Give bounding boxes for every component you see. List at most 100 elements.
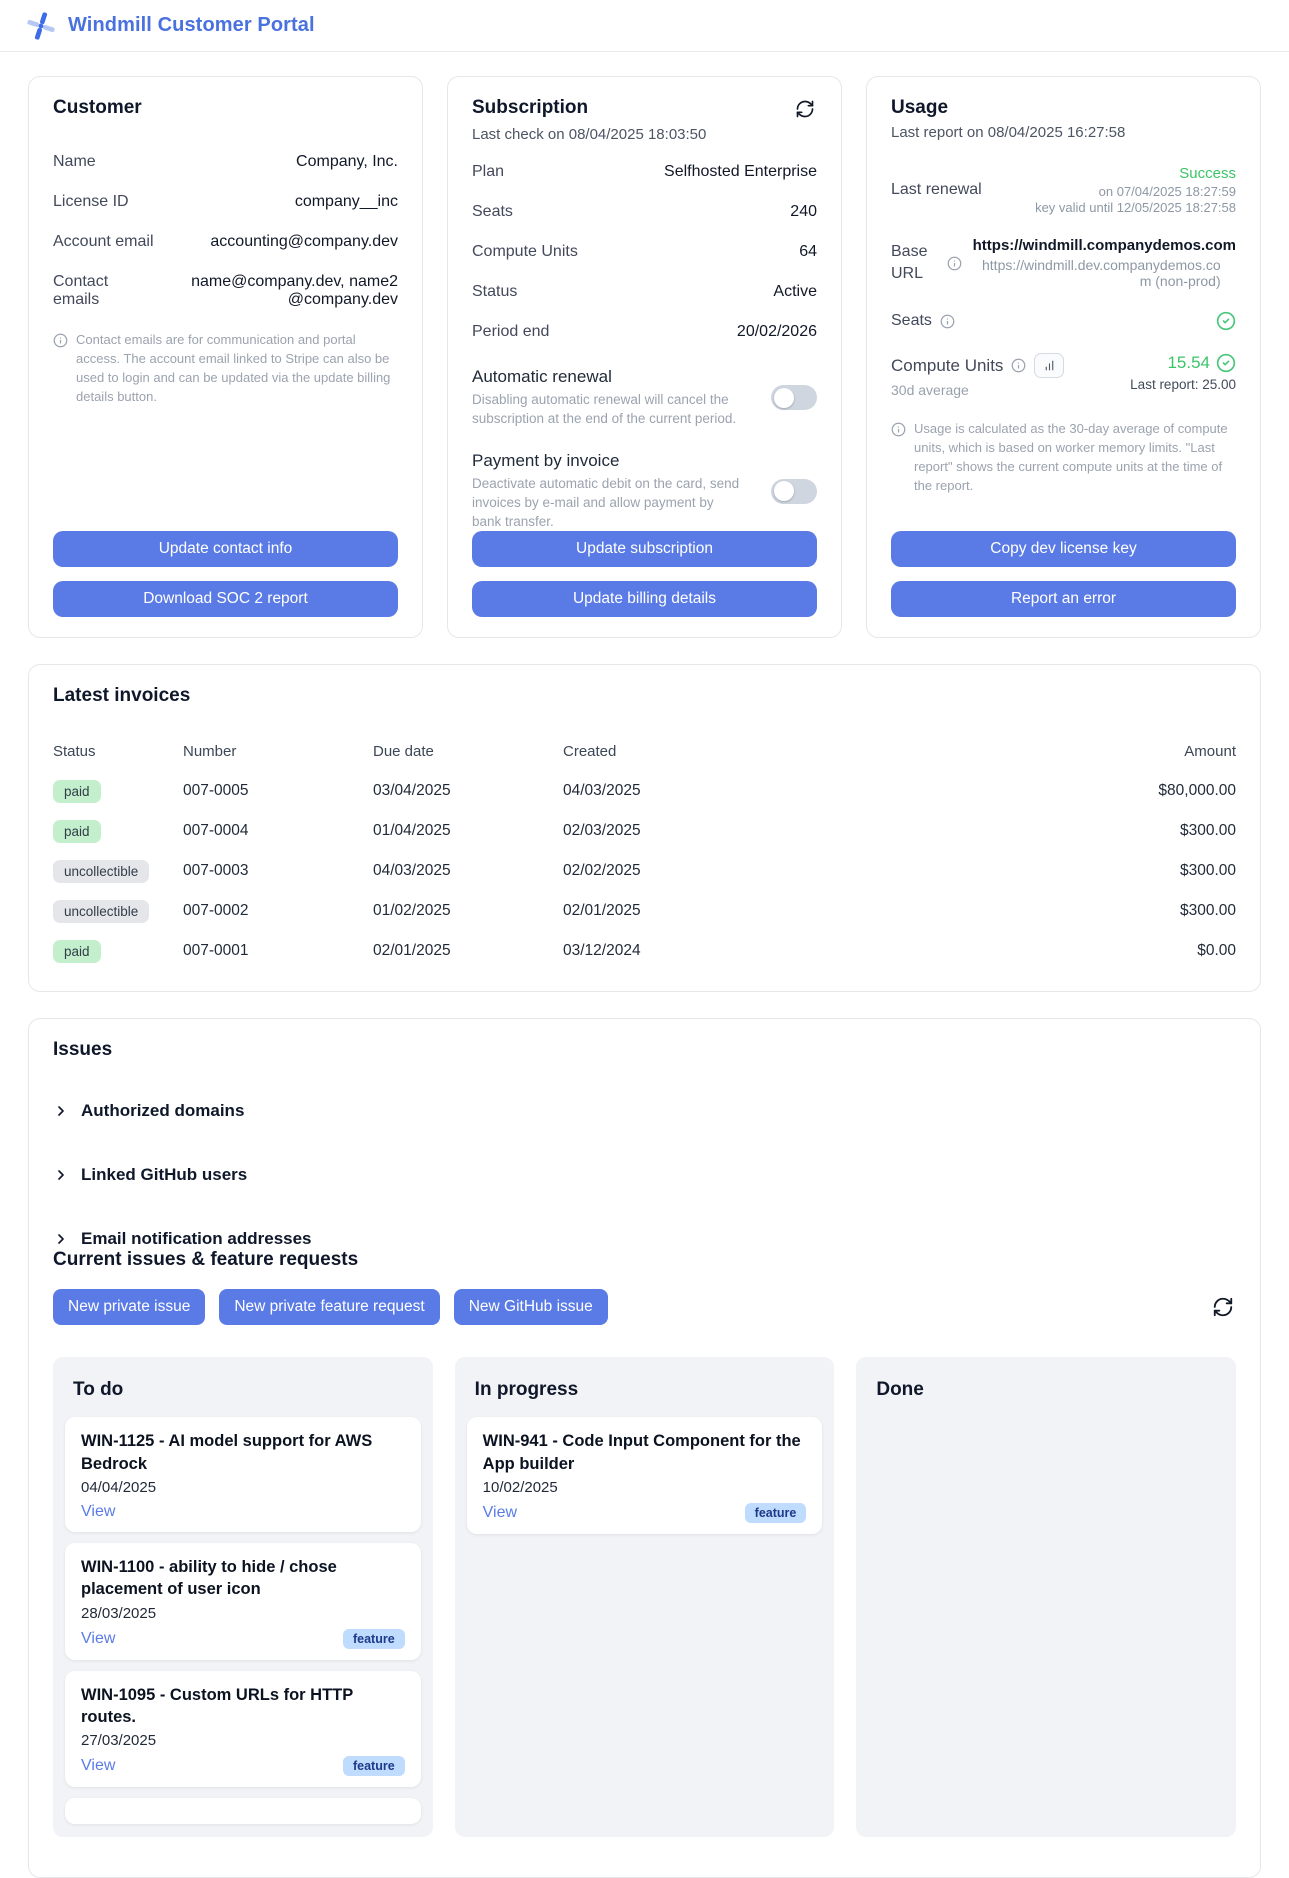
base-url-primary: https://windmill.companydemos.com	[973, 237, 1236, 254]
copy-dev-license-key-button[interactable]: Copy dev license key	[891, 531, 1236, 567]
update-contact-info-button[interactable]: Update contact info	[53, 531, 398, 567]
customer-note: Contact emails are for communication and…	[53, 331, 398, 406]
new-github-issue-button[interactable]: New GitHub issue	[454, 1289, 608, 1325]
field-label: Status	[472, 283, 517, 301]
field-value: 20/02/2026	[737, 323, 817, 341]
refresh-issues-icon[interactable]	[1210, 1294, 1236, 1320]
accordion-label: Authorized domains	[81, 1101, 244, 1121]
status-badge: uncollectible	[53, 860, 149, 883]
field-label: Plan	[472, 163, 504, 181]
feature-tag: feature	[343, 1756, 405, 1776]
table-row-cell: uncollectible	[53, 891, 183, 931]
invoice-amount: $300.00	[1066, 811, 1236, 851]
view-issue-link[interactable]: View	[483, 1504, 517, 1522]
view-issue-link[interactable]: View	[81, 1630, 115, 1648]
base-url-label: Base URL	[891, 241, 939, 284]
accordion-authorized-domains[interactable]: Authorized domains	[53, 1101, 1236, 1121]
invoice-created: 02/01/2025	[563, 891, 1066, 931]
chevron-right-icon	[53, 1103, 69, 1119]
customer-card: Customer Name Company, Inc. License ID c…	[28, 76, 423, 638]
view-issue-link[interactable]: View	[81, 1757, 115, 1775]
invoices-title: Latest invoices	[53, 685, 1236, 707]
issues-title: Issues	[53, 1039, 1236, 1061]
accordion-email-notification-addresses[interactable]: Email notification addresses	[53, 1229, 1236, 1249]
info-icon	[53, 333, 68, 406]
kanban-card-partial[interactable]	[65, 1798, 421, 1824]
new-private-issue-button[interactable]: New private issue	[53, 1289, 205, 1325]
column-title: To do	[73, 1379, 421, 1401]
customer-contact-emails-row: Contact emails name@company.dev, name2@c…	[53, 273, 398, 309]
compute-units-subcaption: 30d average	[891, 382, 1064, 398]
kanban-card[interactable]: WIN-1100 - ability to hide / chose place…	[65, 1543, 421, 1660]
period-end-row: Period end 20/02/2026	[472, 323, 817, 341]
info-icon[interactable]	[947, 256, 962, 271]
column-header-status: Status	[53, 731, 183, 771]
customer-card-title: Customer	[53, 97, 398, 119]
info-icon[interactable]	[940, 314, 955, 329]
invoice-number: 007-0002	[183, 891, 373, 931]
base-url-secondary: https://windmill.dev.companydemos.com (n…	[973, 257, 1221, 289]
usage-compute-units-row: Compute Units 30d average 15.54	[891, 353, 1236, 398]
field-value: company__inc	[295, 193, 398, 211]
last-renewal-date: on 07/04/2025 18:27:59	[1035, 184, 1236, 199]
toggle-label: Automatic renewal	[472, 367, 757, 387]
last-renewal-status: Success	[1035, 165, 1236, 182]
usage-note-text: Usage is calculated as the 30-day averag…	[914, 420, 1236, 495]
field-label: Compute Units	[472, 243, 578, 261]
feature-tag: feature	[343, 1629, 405, 1649]
subscription-card-title: Subscription	[472, 97, 588, 119]
field-value: Selfhosted Enterprise	[664, 163, 817, 181]
issue-title: WIN-1100 - ability to hide / chose place…	[81, 1556, 405, 1601]
key-valid-until: key valid until 12/05/2025 18:27:58	[1035, 200, 1236, 215]
invoice-number: 007-0001	[183, 931, 373, 971]
status-badge: paid	[53, 820, 101, 843]
table-row-cell: paid	[53, 771, 183, 811]
check-circle-icon	[1216, 311, 1236, 331]
compute-units-label: Compute Units	[891, 356, 1003, 376]
view-issue-link[interactable]: View	[81, 1503, 115, 1521]
issue-title: WIN-1125 - AI model support for AWS Bedr…	[81, 1430, 405, 1475]
current-issues-title: Current issues & feature requests	[53, 1249, 1236, 1271]
field-label: Period end	[472, 323, 549, 341]
toggle-description: Deactivate automatic debit on the card, …	[472, 475, 740, 532]
compute-units-row: Compute Units 64	[472, 243, 817, 261]
new-private-feature-request-button[interactable]: New private feature request	[219, 1289, 439, 1325]
status-badge: paid	[53, 780, 101, 803]
kanban-card[interactable]: WIN-941 - Code Input Component for the A…	[467, 1417, 823, 1534]
update-subscription-button[interactable]: Update subscription	[472, 531, 817, 567]
customer-fields: Name Company, Inc. License ID company__i…	[53, 119, 398, 309]
automatic-renewal-toggle[interactable]	[771, 385, 817, 410]
download-soc2-report-button[interactable]: Download SOC 2 report	[53, 581, 398, 617]
chevron-right-icon	[53, 1231, 69, 1247]
refresh-subscription-icon[interactable]	[793, 97, 817, 121]
app-title: Windmill Customer Portal	[68, 14, 315, 37]
invoice-created: 02/02/2025	[563, 851, 1066, 891]
kanban-card[interactable]: WIN-1125 - AI model support for AWS Bedr…	[65, 1417, 421, 1532]
issue-title: WIN-1095 - Custom URLs for HTTP routes.	[81, 1684, 405, 1729]
compute-units-value: 15.54	[1167, 353, 1210, 373]
top-bar: Windmill Customer Portal	[0, 0, 1289, 52]
accordion-linked-github-users[interactable]: Linked GitHub users	[53, 1165, 1236, 1185]
summary-cards-row: Customer Name Company, Inc. License ID c…	[28, 76, 1261, 638]
column-header-due-date: Due date	[373, 731, 563, 771]
check-circle-icon	[1216, 353, 1236, 373]
seats-row: Seats 240	[472, 203, 817, 221]
field-label: Seats	[472, 203, 513, 221]
payment-by-invoice-toggle[interactable]	[771, 479, 817, 504]
info-icon	[891, 422, 906, 495]
invoice-due-date: 03/04/2025	[373, 771, 563, 811]
update-billing-details-button[interactable]: Update billing details	[472, 581, 817, 617]
toggle-label: Payment by invoice	[472, 451, 757, 471]
field-value: Active	[773, 283, 817, 301]
latest-invoices-card: Latest invoices Status Number Due date C…	[28, 664, 1261, 992]
compute-units-chart-button[interactable]	[1034, 353, 1064, 378]
info-icon[interactable]	[1011, 358, 1026, 373]
kanban-column-todo: To do WIN-1125 - AI model support for AW…	[53, 1357, 433, 1837]
kanban-card[interactable]: WIN-1095 - Custom URLs for HTTP routes. …	[65, 1671, 421, 1788]
kanban-column-in-progress: In progress WIN-941 - Code Input Compone…	[455, 1357, 835, 1837]
seats-label: Seats	[891, 312, 932, 330]
report-an-error-button[interactable]: Report an error	[891, 581, 1236, 617]
invoice-amount: $80,000.00	[1066, 771, 1236, 811]
issue-date: 10/02/2025	[483, 1479, 807, 1496]
customer-account-email-row: Account email accounting@company.dev	[53, 233, 398, 251]
